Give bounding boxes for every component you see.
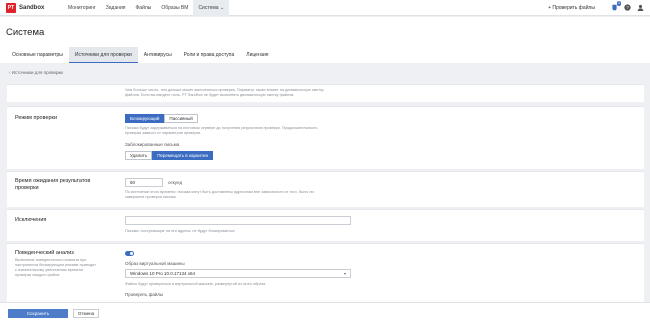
mode-toggle: Блокирующий Пассивный [125, 114, 198, 123]
page-title: Система [6, 27, 45, 38]
tab-antivirus[interactable]: Антивирусы [138, 47, 178, 63]
user-icon[interactable] [637, 4, 644, 11]
nav-vm-images[interactable]: Образы ВМ [156, 0, 193, 16]
vm-image-label: Образ виртуальной машины [125, 261, 185, 266]
timeout-input[interactable]: 60 [125, 178, 163, 187]
notification-count: 3 [617, 1, 621, 6]
check-files-button[interactable]: + Проверить файлы [548, 5, 595, 11]
cancel-button[interactable]: Отмена [73, 309, 99, 318]
pt-logo[interactable]: PT [6, 2, 16, 13]
mode-title: Режим проверки [15, 115, 58, 121]
nav-monitoring[interactable]: Мониторинг [63, 0, 101, 16]
quarantine-button[interactable]: Перемещать в карантин [152, 151, 214, 160]
nav-system[interactable]: Система ⌄ [193, 0, 230, 16]
nav-files[interactable]: Файлы [131, 0, 157, 16]
tab-bar: Основные параметры Источники для проверк… [6, 47, 275, 63]
behavior-title: Поведенческий анализ [15, 250, 74, 256]
mode-blocking-button[interactable]: Блокирующий [125, 114, 165, 123]
timeout-unit: секунд [168, 180, 183, 185]
exceptions-help: Письма, поступающие на эти адреса, не бу… [125, 229, 235, 233]
app-name[interactable]: Sandbox [19, 5, 63, 11]
breadcrumb[interactable]: ‹ Источники для проверки [9, 70, 63, 75]
depth-panel: Чем больше число, тем дольше может выпол… [7, 84, 644, 102]
tab-general[interactable]: Основные параметры [6, 47, 69, 63]
tab-license[interactable]: Лицензия [240, 47, 274, 63]
top-navbar: PT Sandbox Мониторинг Задания Файлы Обра… [0, 0, 650, 16]
mode-panel: Режим проверки Блокирующий Пассивный Пис… [7, 106, 644, 169]
vm-image-help: Файлы будут проверяться в виртуальной ма… [125, 282, 266, 286]
footer-bar: Сохранить Отмена [0, 302, 650, 322]
notifications-icon[interactable]: 3 [611, 1, 621, 11]
behavior-panel: Поведенческий анализ Включение поведенче… [7, 243, 644, 302]
timeout-panel: Время ожидания результатов проверки 60 с… [7, 171, 644, 207]
check-files-label: Проверять файлы [125, 292, 164, 297]
behavior-toggle[interactable] [125, 251, 134, 256]
page-header: Система Основные параметры Источники для… [0, 17, 650, 63]
tab-sources[interactable]: Источники для проверки [68, 47, 138, 63]
vm-image-select[interactable]: Windows 10 Pro 10.0.17134 x64 ▾ [125, 269, 351, 278]
help-icon[interactable]: ? [624, 4, 631, 11]
depth-help-line2: файлов. Если вы введете ноль, PT Sandbox… [125, 93, 295, 97]
blocked-mail-label: Заблокированные письма [125, 142, 180, 147]
vm-image-value: Windows 10 Pro 10.0.17134 x64 [130, 271, 196, 276]
behavior-desc-line4: проверки каждого файла. [15, 273, 61, 277]
blocked-mail-toggle: Удалить Перемещать в карантин [125, 151, 214, 160]
delete-button[interactable]: Удалить [125, 151, 153, 160]
exceptions-input[interactable] [125, 216, 351, 225]
mode-help-line2: проверки зависит от параметров проверки. [125, 131, 202, 135]
exceptions-title: Исключения [15, 217, 47, 223]
exceptions-panel: Исключения Письма, поступающие на эти ад… [7, 209, 644, 241]
timeout-title-line2: проверки [15, 185, 39, 191]
tab-roles[interactable]: Роли и права доступа [178, 47, 241, 63]
timeout-help-line2: завершена проверка письма [125, 195, 176, 199]
timeout-title-line1: Время ожидания результатов [15, 178, 91, 184]
save-button[interactable]: Сохранить [8, 309, 68, 318]
nav-tasks[interactable]: Задания [101, 0, 131, 16]
chevron-down-icon: ▾ [343, 271, 346, 276]
mode-passive-button[interactable]: Пассивный [164, 114, 198, 123]
